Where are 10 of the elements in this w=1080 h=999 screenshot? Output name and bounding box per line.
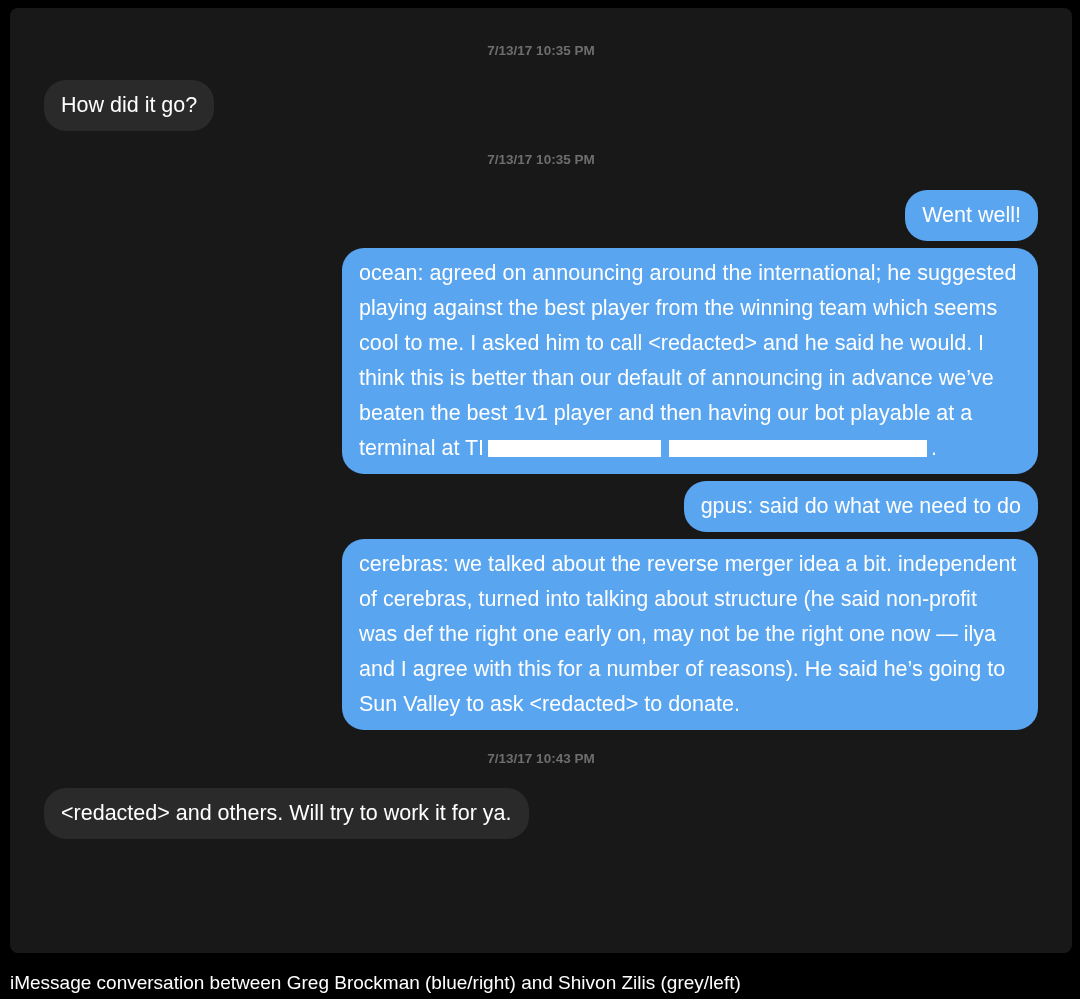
message-bubble: gpus: said do what we need to do (683, 480, 1038, 532)
message-bubble: How did it go? (44, 80, 215, 132)
timestamp: 7/13/17 10:35 PM (487, 42, 595, 60)
caption: iMessage conversation between Greg Brockman (blue/right) and Shivon Zilis (grey/left) (9, 971, 742, 995)
timestamp: 7/13/17 10:35 PM (487, 151, 595, 170)
message-bubble: cerebras: we talked about the reverse merger idea a bit. independent of cerebras, turned into talking about structure (he said non-profit was def the right one early on, may not be the right one now — ilya and I agree with this for a number of reasons). He said he’s going to Sun Valley to ask <redacted> to donate. (342, 538, 1038, 730)
message-bubble: Went well! (905, 189, 1038, 241)
timestamp: 7/13/17 10:43 PM (487, 749, 595, 768)
message-bubble: ocean: agreed on announcing around the international; he suggested playing against the best player from the winning team which seems cool to me. I asked him to call <redacted> and he said he would. I think this is better than our default of announcing in advance we’ve beaten the best 1v1 player and then having our bot playable at a terminal at TI . (342, 247, 1038, 474)
message-bubble: <redacted> and others. Will try to work it for ya. (44, 787, 529, 839)
